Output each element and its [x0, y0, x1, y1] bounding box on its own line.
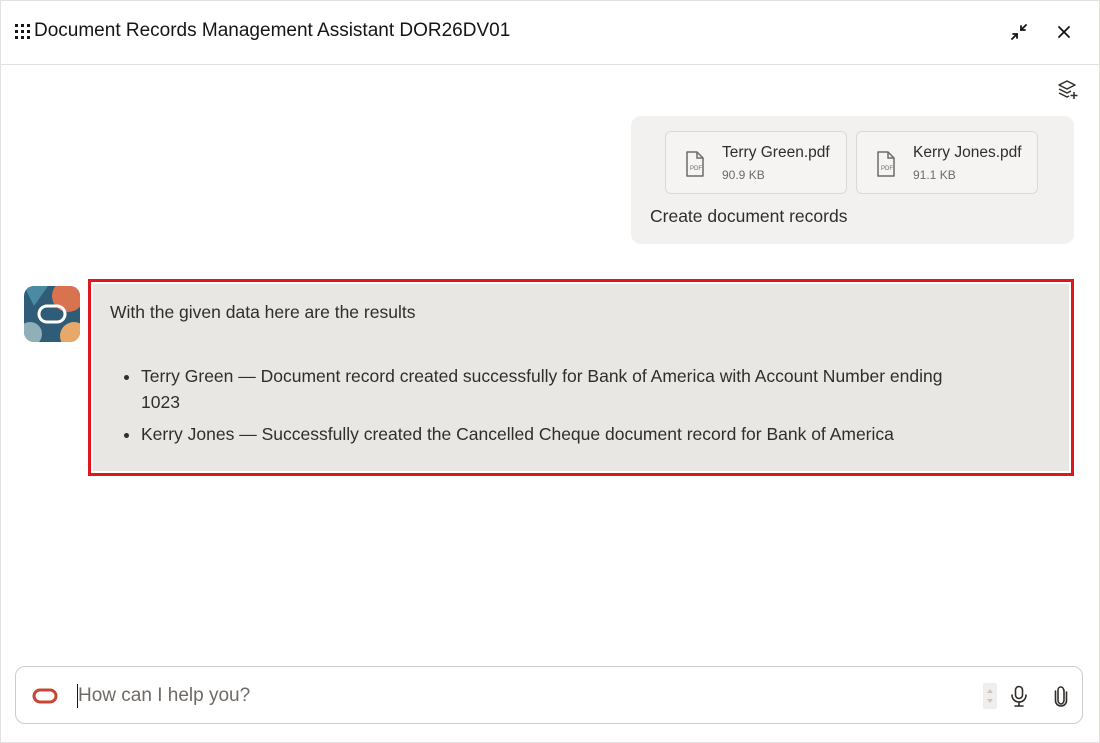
list-item: Kerry Jones — Successfully created the C…: [141, 421, 971, 447]
assistant-message-body: With the given data here are the results…: [93, 284, 1069, 471]
list-item: Terry Green — Document record created su…: [141, 363, 971, 415]
paperclip-icon: [1054, 686, 1068, 707]
microphone-icon: [1011, 685, 1027, 707]
svg-text:PDF: PDF: [881, 166, 893, 172]
message-composer: [15, 666, 1083, 724]
pdf-file-icon: PDF: [686, 151, 704, 177]
microphone-button[interactable]: [1006, 683, 1032, 709]
grid-icon[interactable]: [15, 23, 33, 39]
assistant-avatar: [24, 286, 80, 342]
new-conversation-button[interactable]: [1055, 77, 1081, 103]
close-button[interactable]: [1051, 19, 1077, 45]
collapse-icon: [1011, 24, 1027, 40]
message-input[interactable]: [78, 680, 968, 712]
header-bar: Document Records Management Assistant DO…: [1, 1, 1100, 65]
result-list: Terry Green — Document record created su…: [141, 363, 971, 453]
minimize-button[interactable]: [1006, 19, 1032, 45]
attach-button[interactable]: [1048, 683, 1074, 709]
close-icon: [1058, 26, 1070, 38]
assistant-intro-text: With the given data here are the results: [110, 302, 416, 322]
assistant-message: With the given data here are the results…: [88, 279, 1074, 476]
attachment-card[interactable]: PDF Terry Green.pdf 90.9 KB: [665, 131, 847, 194]
user-message: PDF Terry Green.pdf 90.9 KB PDF Kerry Jo…: [631, 116, 1074, 244]
svg-text:PDF: PDF: [690, 166, 702, 172]
assistant-window: Document Records Management Assistant DO…: [0, 0, 1100, 743]
attachment-name: Kerry Jones.pdf: [913, 144, 1022, 161]
pdf-file-icon: PDF: [877, 151, 895, 177]
scroll-stepper[interactable]: [983, 683, 997, 709]
user-message-text: Create document records: [650, 206, 848, 226]
attachment-size: 90.9 KB: [722, 168, 765, 182]
attachment-size: 91.1 KB: [913, 168, 956, 182]
oracle-logo-icon: [32, 688, 58, 704]
layers-add-icon: [1058, 80, 1078, 99]
attachment-card[interactable]: PDF Kerry Jones.pdf 91.1 KB: [856, 131, 1038, 194]
attachment-name: Terry Green.pdf: [722, 144, 830, 161]
window-title: Document Records Management Assistant DO…: [34, 20, 511, 41]
stepper-arrows-icon: [987, 689, 993, 703]
